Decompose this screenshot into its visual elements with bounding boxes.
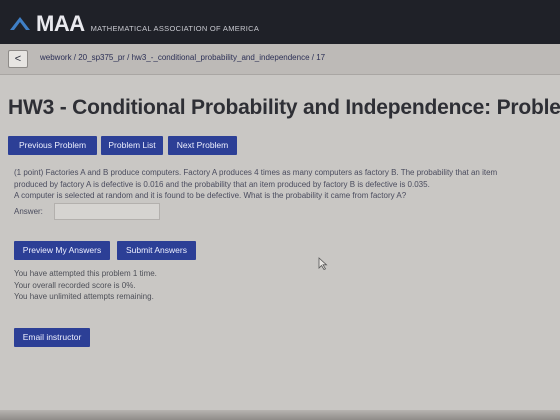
- mouse-cursor-icon: [318, 257, 328, 270]
- preview-answers-button[interactable]: Preview My Answers: [14, 241, 110, 260]
- answer-label: Answer:: [14, 207, 43, 216]
- problem-list-button[interactable]: Problem List: [101, 136, 163, 155]
- logo-text: MAA: [36, 11, 85, 36]
- logo-subtitle: MATHEMATICAL ASSOCIATION OF AMERICA: [90, 23, 260, 33]
- submit-answers-button[interactable]: Submit Answers: [117, 241, 196, 260]
- problem-text: (1 point) Factories A and B produce comp…: [14, 167, 549, 202]
- page-title: HW3 - Conditional Probability and Indepe…: [8, 96, 560, 119]
- problem-line-2: produced by factory A is defective is 0.…: [14, 179, 430, 189]
- score-text: Your overall recorded score is 0%.: [14, 280, 136, 290]
- problem-line-3: A computer is selected at random and it …: [14, 191, 407, 200]
- screen-bottom-edge: [0, 410, 560, 420]
- previous-problem-button[interactable]: Previous Problem: [8, 136, 97, 155]
- problem-line-1: (1 point) Factories A and B produce comp…: [14, 168, 498, 177]
- attempt-status: You have attempted this problem 1 time. …: [14, 268, 157, 303]
- maa-logo[interactable]: MAA MATHEMATICAL ASSOCIATION OF AMERICA: [8, 11, 259, 37]
- answer-input[interactable]: [54, 203, 160, 220]
- maa-header: MAA MATHEMATICAL ASSOCIATION OF AMERICA: [0, 0, 560, 44]
- maa-logo-icon: [10, 17, 30, 30]
- email-instructor-button[interactable]: Email instructor: [14, 328, 90, 347]
- attempts-text: You have attempted this problem 1 time.: [14, 269, 157, 278]
- back-button[interactable]: <: [8, 50, 28, 68]
- next-problem-button[interactable]: Next Problem: [168, 136, 237, 155]
- breadcrumb-bar: < webwork / 20_sp375_pr / hw3_-_conditio…: [0, 44, 560, 75]
- breadcrumb[interactable]: webwork / 20_sp375_pr / hw3_-_conditiona…: [40, 53, 325, 62]
- remaining-text: You have unlimited attempts remaining.: [14, 292, 154, 301]
